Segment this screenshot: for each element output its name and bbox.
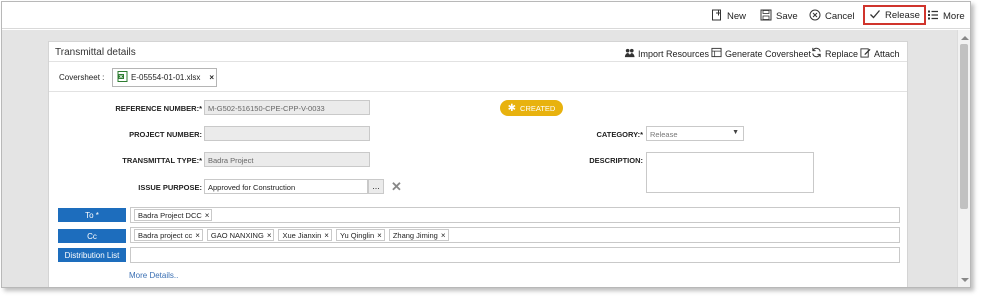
remove-recipient-icon[interactable]: ×: [267, 231, 272, 240]
app-window: New Save Cancel Release More Transmittal…: [1, 1, 971, 288]
attach-edit-icon: [860, 47, 871, 60]
new-document-icon: [711, 9, 723, 24]
remove-recipient-icon[interactable]: ×: [441, 231, 446, 240]
transmittal-details-panel: Transmittal details Import Resources Gen…: [48, 41, 908, 287]
scrollbar-thumb[interactable]: [960, 44, 968, 209]
vertical-scrollbar[interactable]: [957, 30, 970, 287]
reference-number-field[interactable]: M-G502-516150-CPE-CPP-V-0033: [204, 100, 370, 115]
clear-issue-purpose-icon[interactable]: ✕: [391, 179, 402, 195]
issue-purpose-field[interactable]: Approved for Construction: [204, 179, 368, 194]
release-label: Release: [885, 9, 920, 21]
excel-file-icon: [117, 71, 128, 84]
resources-icon: [624, 47, 635, 60]
cc-button[interactable]: Cc: [58, 229, 126, 243]
attach-label: Attach: [874, 48, 900, 59]
cancel-button[interactable]: Cancel: [809, 7, 855, 25]
status-badge: ✱ CREATED: [500, 100, 563, 116]
attach-button[interactable]: Attach: [860, 47, 900, 60]
recipient-name: Badra Project DCC: [138, 210, 202, 220]
project-number-field[interactable]: [204, 126, 370, 141]
save-label: Save: [776, 10, 798, 22]
generate-coversheet-label: Generate Coversheet: [725, 48, 812, 59]
recipient-tag: Xue Jianxin ×: [278, 229, 332, 241]
issue-purpose-picker-button[interactable]: ...: [368, 179, 384, 194]
recipient-name: Xue Jianxin: [282, 230, 322, 240]
remove-recipient-icon[interactable]: ×: [324, 231, 329, 240]
category-value: Release: [650, 130, 678, 139]
transmittal-type-field[interactable]: Badra Project: [204, 152, 370, 167]
to-button[interactable]: To *: [58, 208, 126, 222]
new-label: New: [727, 10, 747, 22]
top-toolbar: New Save Cancel Release More: [2, 2, 970, 29]
more-button[interactable]: More: [927, 7, 965, 25]
transmittal-type-label: TRANSMITTAL TYPE:*: [122, 156, 202, 165]
issue-purpose-label: ISSUE PURPOSE:: [138, 183, 202, 192]
recipient-tag: Zhang Jiming ×: [388, 229, 449, 241]
category-select[interactable]: Release ▼: [646, 126, 744, 141]
checkmark-icon: [869, 8, 881, 23]
coversheet-file-tab[interactable]: E-05554-01-01.xlsx ×: [112, 68, 217, 87]
replace-refresh-icon: [811, 47, 822, 60]
replace-button[interactable]: Replace: [811, 47, 858, 60]
scroll-up-arrow-icon[interactable]: [961, 36, 969, 40]
description-label: DESCRIPTION:: [589, 156, 643, 165]
recipient-name: GAO NANXING: [210, 230, 264, 240]
coversheet-icon: [711, 47, 722, 60]
asterisk-icon: ✱: [507, 102, 517, 114]
cc-recipients-field[interactable]: Badra project cc × GAO NANXING × Xue Jia…: [130, 227, 900, 243]
distribution-list-button[interactable]: Distribution List: [58, 248, 126, 262]
recipient-name: Badra project cc: [138, 230, 193, 240]
panel-title: Transmittal details: [55, 47, 136, 58]
remove-recipient-icon[interactable]: ×: [205, 211, 210, 220]
replace-label: Replace: [825, 48, 859, 59]
coversheet-file-name: E-05554-01-01.xlsx: [131, 73, 201, 82]
divider: [49, 91, 907, 92]
import-resources-label: Import Resources: [638, 48, 710, 59]
category-label: CATEGORY:*: [596, 130, 643, 139]
recipient-tag: GAO NANXING ×: [206, 229, 275, 241]
more-label: More: [943, 10, 965, 22]
recipient-tag: Yu Qinglin ×: [335, 229, 385, 241]
recipient-tag: Badra project cc ×: [134, 229, 203, 241]
generate-coversheet-button[interactable]: Generate Coversheet: [711, 47, 811, 60]
recipient-name: Zhang Jiming: [392, 230, 438, 240]
coversheet-label: Coversheet :: [59, 73, 105, 82]
description-textarea[interactable]: [646, 152, 814, 193]
cancel-label: Cancel: [825, 10, 855, 22]
remove-file-icon[interactable]: ×: [209, 73, 214, 82]
release-button[interactable]: Release: [863, 5, 926, 25]
to-recipients-field[interactable]: Badra Project DCC ×: [130, 207, 900, 223]
save-button[interactable]: Save: [760, 7, 798, 25]
new-button[interactable]: New: [711, 7, 746, 25]
list-menu-icon: [927, 9, 939, 24]
distribution-list-field[interactable]: [130, 247, 900, 263]
more-details-link[interactable]: More Details..: [129, 271, 178, 280]
recipient-tag: Badra Project DCC ×: [134, 209, 213, 221]
divider: [49, 61, 907, 62]
status-badge-label: CREATED: [520, 103, 556, 113]
remove-recipient-icon[interactable]: ×: [377, 231, 382, 240]
save-icon: [760, 9, 772, 24]
remove-recipient-icon[interactable]: ×: [195, 231, 200, 240]
cancel-circle-icon: [809, 9, 821, 24]
chevron-down-icon: ▼: [732, 129, 739, 136]
import-resources-button[interactable]: Import Resources: [624, 47, 709, 60]
reference-number-label: REFERENCE NUMBER:*: [115, 104, 202, 113]
scroll-down-arrow-icon[interactable]: [961, 278, 969, 282]
project-number-label: PROJECT NUMBER:: [129, 130, 202, 139]
recipient-name: Yu Qinglin: [339, 230, 375, 240]
